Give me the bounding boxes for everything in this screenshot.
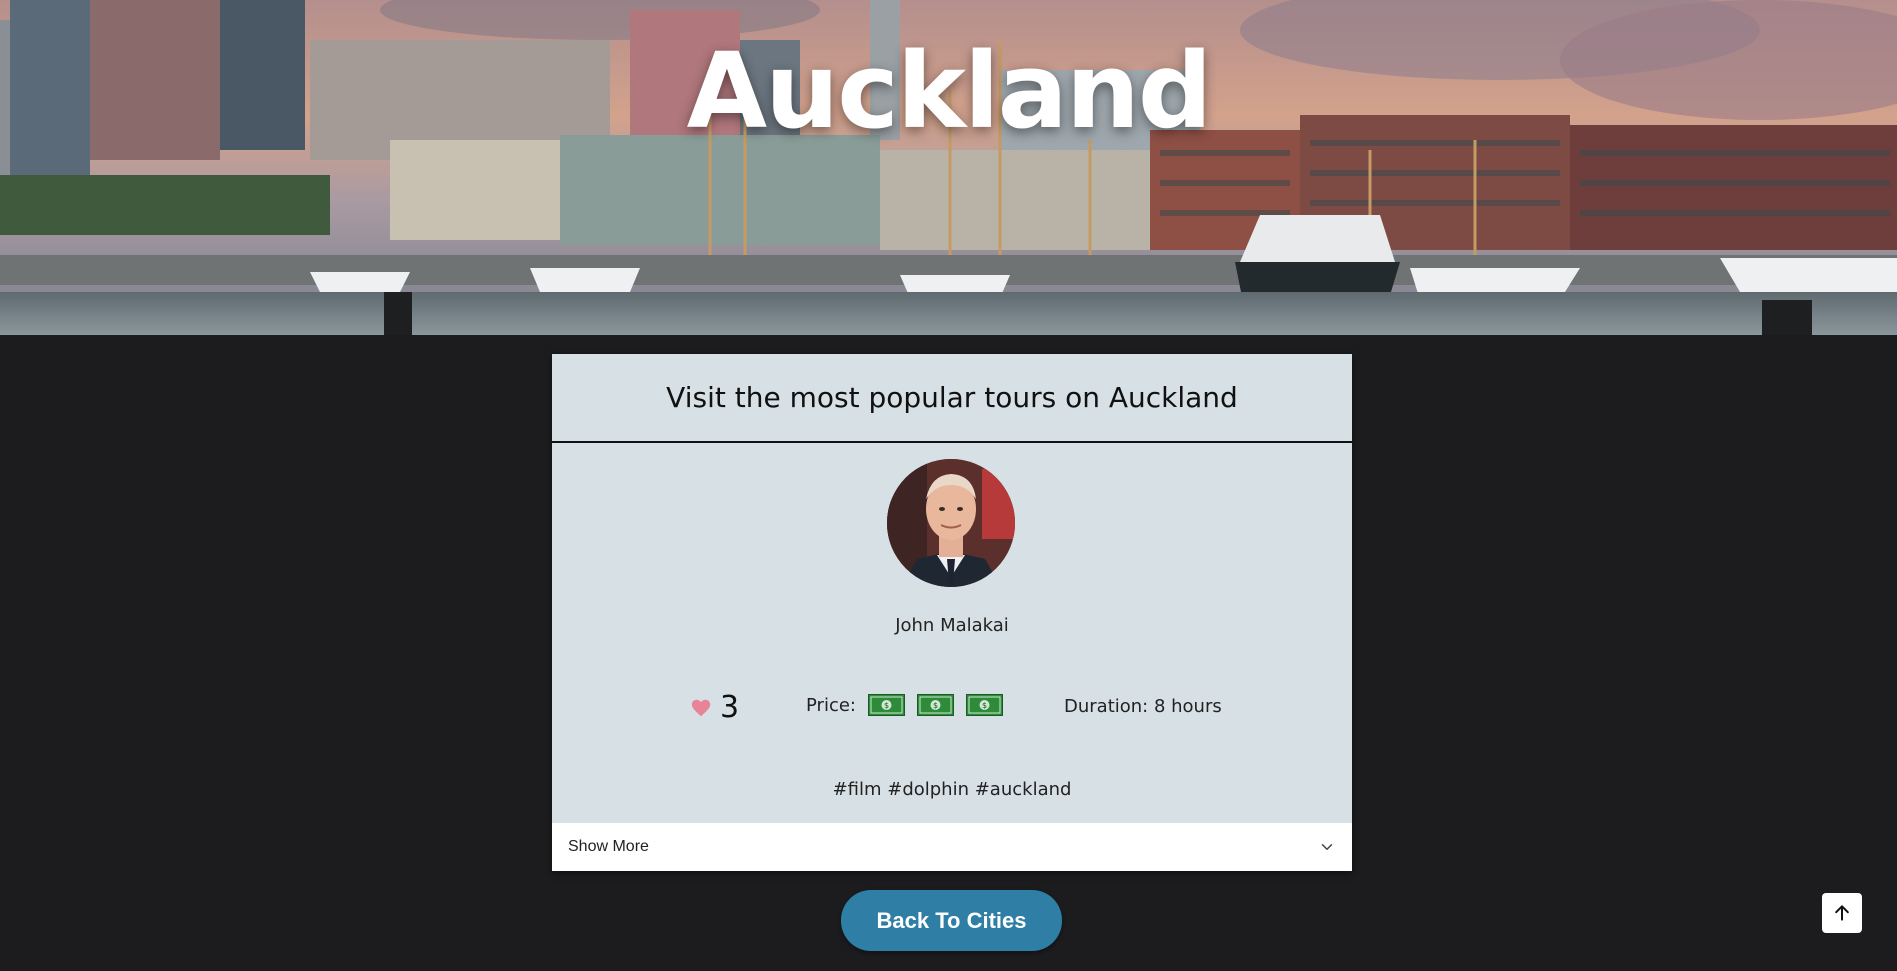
arrow-up-icon xyxy=(1835,905,1849,921)
tours-heading: Visit the most popular tours on Auckland xyxy=(666,381,1238,414)
avatar xyxy=(887,459,1015,587)
tour-hashtags: #film #dolphin #auckland xyxy=(832,779,1072,800)
guide-name: John Malakai xyxy=(895,615,1009,636)
svg-text:$: $ xyxy=(933,701,938,710)
svg-text:$: $ xyxy=(982,701,987,710)
card-header: Visit the most popular tours on Auckland xyxy=(552,354,1352,443)
chevron-down-icon xyxy=(1321,844,1333,850)
tour-stats: 3 Price: $ $ $ Duration: 8 hours xyxy=(552,690,1352,726)
dollar-bill-icon: $ xyxy=(965,694,1003,716)
price: Price: $ $ $ xyxy=(806,694,1003,716)
tour-card: Visit the most popular tours on Auckland… xyxy=(552,354,1352,871)
dollar-bill-icon: $ xyxy=(867,694,905,716)
show-more-toggle[interactable]: Show More xyxy=(552,823,1352,871)
hero-banner: Auckland xyxy=(0,0,1897,335)
likes[interactable]: 3 xyxy=(690,690,739,725)
dollar-bill-icon: $ xyxy=(916,694,954,716)
back-to-cities-button[interactable]: Back To Cities xyxy=(841,890,1062,951)
heart-icon xyxy=(691,699,711,716)
scroll-to-top-button[interactable] xyxy=(1822,893,1862,933)
price-label: Price: xyxy=(806,694,856,716)
city-title: Auckland xyxy=(686,30,1213,152)
profile-photo xyxy=(887,459,1015,587)
tour-duration: Duration: 8 hours xyxy=(1064,696,1222,717)
show-more-label: Show More xyxy=(568,838,649,855)
svg-text:$: $ xyxy=(884,701,889,710)
likes-count: 3 xyxy=(720,690,740,725)
